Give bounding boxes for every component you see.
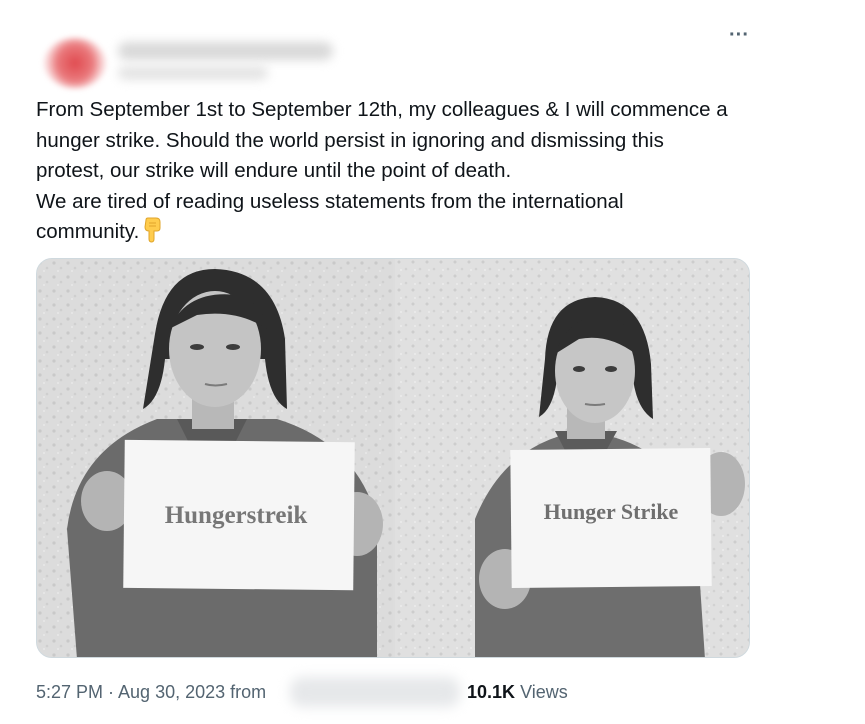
sign-text-right: Hunger Strike	[544, 499, 679, 524]
tweet-text-line: hunger strike. Should the world persist …	[36, 128, 664, 152]
tweet-text: From September 1st to September 12th, my…	[36, 95, 776, 248]
tweet-timestamp[interactable]: 5:27 PM · Aug 30, 2023 from	[36, 682, 266, 703]
avatar[interactable]	[44, 38, 106, 88]
views-label: Views	[520, 682, 568, 702]
views-number: 10.1K	[467, 682, 516, 702]
photo-right[interactable]: Hunger Strike	[395, 259, 749, 657]
media-grid[interactable]: Hungerstreik Hunger Strike	[36, 258, 750, 658]
tweet-text-line-last: community.	[36, 217, 776, 248]
handle-redacted[interactable]	[118, 66, 268, 80]
point-down-emoji-icon	[141, 217, 163, 243]
tweet-text-line: protest, our strike will endure until th…	[36, 159, 512, 182]
display-name-redacted[interactable]	[118, 42, 333, 60]
tweet-card: ··· From September 1st to September 12th…	[0, 0, 865, 724]
tweet-text-line: community.	[36, 220, 140, 243]
photo-left[interactable]: Hungerstreik	[37, 259, 393, 657]
tweet-text-line: We are tired of reading useless statemen…	[36, 189, 624, 213]
sign-text-left: Hungerstreik	[165, 502, 308, 529]
tweet-text-line: From September 1st to September 12th, my…	[36, 98, 728, 121]
source-app-redacted[interactable]	[290, 677, 460, 707]
more-horizontal-icon[interactable]: ···	[726, 22, 752, 48]
views-count[interactable]: 10.1K Views	[467, 682, 568, 703]
